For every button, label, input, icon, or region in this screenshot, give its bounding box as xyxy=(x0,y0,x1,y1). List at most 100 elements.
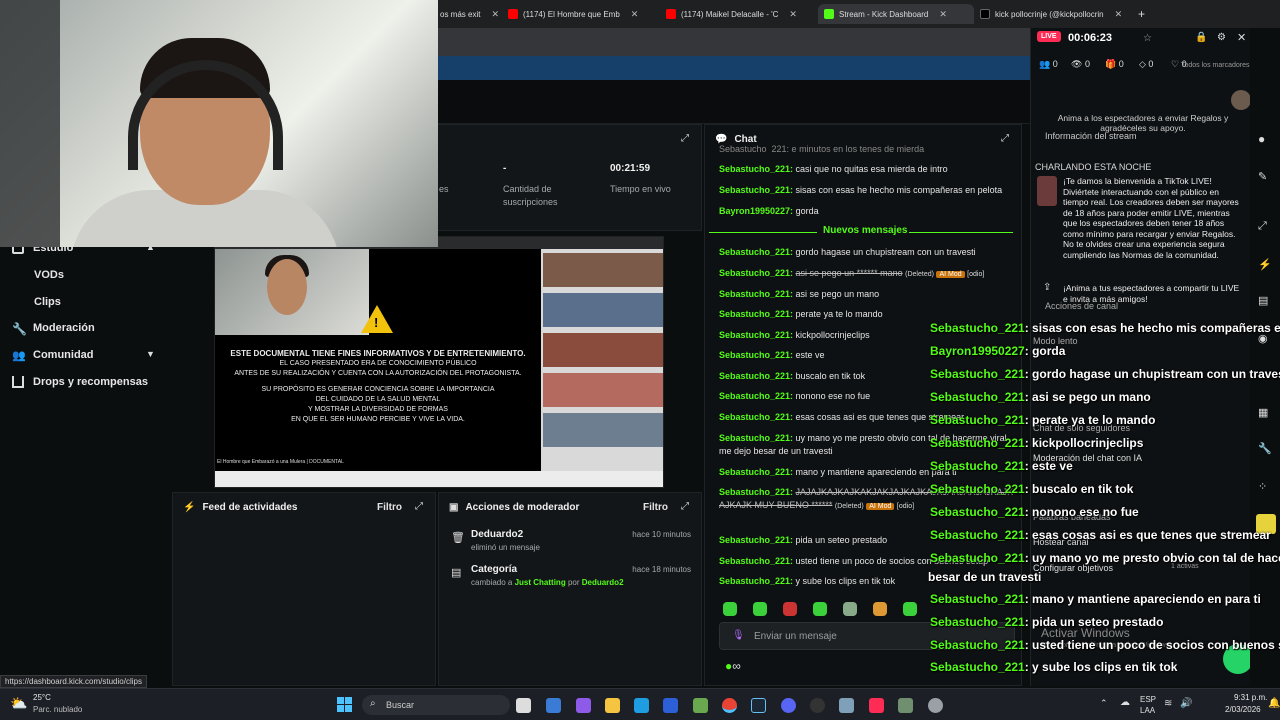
obs-icon[interactable] xyxy=(810,698,825,713)
emote-icon[interactable] xyxy=(813,602,827,616)
store-icon[interactable] xyxy=(663,698,678,713)
lock-icon[interactable]: 🔒 xyxy=(1195,32,1207,43)
category-icon: ▤ xyxy=(451,567,462,579)
dots-icon[interactable]: ⁘ xyxy=(1258,480,1267,493)
network-icon[interactable]: ☁ xyxy=(1120,697,1130,708)
tab-kick-dashboard[interactable]: Stream - Kick Dashboard ✕ xyxy=(818,4,974,24)
tab-3[interactable]: (1174) Maikel Delacalle - 'C ✕ xyxy=(666,4,816,24)
sidebar-item-drops[interactable]: Drops y recompensas xyxy=(12,376,148,388)
close-icon[interactable]: ✕ xyxy=(491,9,499,20)
pencil-icon[interactable]: ✎ xyxy=(1258,170,1267,183)
wrench-icon[interactable]: 🔧 xyxy=(1258,442,1272,455)
emote-icon[interactable] xyxy=(903,602,917,616)
tiktok-icon[interactable] xyxy=(869,698,884,713)
right-toolbar: ● ✎ ⤢ ⚡ ▤ ◉ ▦ 🔧 ⁘ xyxy=(1250,28,1280,686)
settings-icon[interactable] xyxy=(928,698,943,713)
tiktok-logo-thumb xyxy=(1037,176,1057,206)
infinity-icon[interactable]: ●∞ xyxy=(725,659,741,673)
file-explorer-icon[interactable] xyxy=(605,698,620,713)
close-icon[interactable]: ✕ xyxy=(631,9,639,20)
volume-icon[interactable]: 🔊 xyxy=(1180,698,1192,709)
emote-icon[interactable] xyxy=(723,602,737,616)
sidebar-item-vods[interactable]: VODs xyxy=(34,269,64,281)
overlay-chat-line: Sebastucho_221: sisas con esas he hecho … xyxy=(930,321,1280,335)
steam-icon[interactable] xyxy=(751,698,766,713)
ai-mod-badge: AI Mod xyxy=(866,503,895,510)
activity-filter-button[interactable]: Filtro xyxy=(377,502,402,513)
expand-icon[interactable]: ⤢ xyxy=(681,501,689,512)
preview-webcam xyxy=(215,249,369,335)
stream-preview[interactable]: ! ESTE DOCUMENTAL TIENE FINES INFORMATIV… xyxy=(214,236,664,488)
wrench-icon: 🔧 xyxy=(12,322,27,336)
notification-icon[interactable]: 🔔 xyxy=(1268,698,1280,709)
windows-start-icon[interactable] xyxy=(337,697,352,712)
expand-icon[interactable]: ⤢ xyxy=(1258,220,1267,233)
clipboard-icon[interactable]: ▤ xyxy=(1258,294,1268,307)
mod-actions-panel: ▣ Acciones de moderador Filtro ⤢ 🗑 Deduar… xyxy=(438,492,702,686)
document-icon[interactable]: ▦ xyxy=(1258,406,1268,419)
category-link[interactable]: Just Chatting xyxy=(515,578,566,587)
chrome-icon[interactable] xyxy=(722,698,737,713)
close-icon[interactable]: ✕ xyxy=(939,9,947,20)
close-icon[interactable]: ✕ xyxy=(1237,31,1246,44)
avatar xyxy=(1231,90,1251,110)
emote-icon[interactable] xyxy=(753,602,767,616)
tab-2[interactable]: (1174) El Hombre que Emb ✕ xyxy=(508,4,658,24)
app-icon[interactable] xyxy=(546,698,561,713)
chevron-down-icon[interactable]: ▼ xyxy=(146,349,155,359)
chat-message: Sebastucho_221: gordo hagase un chupistr… xyxy=(719,247,976,257)
minecraft-icon[interactable] xyxy=(693,698,708,713)
emote-icon[interactable] xyxy=(783,602,797,616)
clock-time[interactable]: 9:31 p.m. xyxy=(1234,693,1267,702)
overlay-chat-line: Sebastucho_221: nonono ese no fue xyxy=(930,505,1139,519)
wifi-icon[interactable]: ≋ xyxy=(1164,698,1172,709)
youtube-icon xyxy=(508,9,518,19)
overlay-chat-line: Sebastucho_221: gordo hagase un chupistr… xyxy=(930,367,1280,381)
chat-message: Sebastucho_221: casi que no quitas esa m… xyxy=(719,164,948,174)
expand-icon[interactable]: ⤢ xyxy=(415,501,423,512)
sidebar-item-comunidad[interactable]: 👥 Comunidad xyxy=(12,349,94,362)
new-messages-divider: Nuevos mensajes xyxy=(705,225,1021,239)
task-view-icon[interactable] xyxy=(516,698,531,713)
bolt-icon[interactable]: ⚡ xyxy=(1258,258,1272,271)
app-icon[interactable] xyxy=(839,698,854,713)
overlay-chat-line: Sebastucho_221: perate ya te lo mando xyxy=(930,413,1156,427)
gear-icon[interactable]: ⚙ xyxy=(1217,32,1226,43)
sidebar-item-clips[interactable]: Clips xyxy=(34,296,61,308)
chevron-up-icon[interactable]: ⌃ xyxy=(1100,698,1108,709)
mod-filter-button[interactable]: Filtro xyxy=(643,502,668,513)
tab-5[interactable]: kick pollocrinje (@kickpollocrin ✕ xyxy=(980,4,1126,24)
expand-icon[interactable]: ⤢ xyxy=(681,133,689,144)
chat-message: Bayron19950227: gorda xyxy=(719,206,819,216)
mod-actions-header: ▣ Acciones de moderador xyxy=(449,502,580,513)
share-icon: ⇪ xyxy=(1043,282,1052,293)
stream-info-link[interactable]: Información del stream xyxy=(1045,131,1137,141)
discord-icon[interactable] xyxy=(781,698,796,713)
mod-entry-action: cambiado a Just Chatting por Deduardo2 xyxy=(471,578,624,587)
overlay-chat-line: Sebastucho_221: uy mano yo me presto obv… xyxy=(930,551,1280,565)
chat-message: Sebastucho_221: perate ya te lo mando xyxy=(719,309,883,319)
emote-icon[interactable] xyxy=(843,602,857,616)
overlay-chat-line: Sebastucho_221: y sube los clips en tik … xyxy=(930,660,1178,674)
copilot-icon[interactable] xyxy=(576,698,591,713)
close-icon[interactable]: ✕ xyxy=(1115,9,1123,20)
live-time-value: 00:21:59 xyxy=(610,163,651,174)
close-icon[interactable]: ✕ xyxy=(789,9,797,20)
new-tab-button[interactable]: + xyxy=(1138,4,1152,24)
sidebar-item-moderacion[interactable]: 🔧 Moderación xyxy=(12,322,95,336)
tab-1[interactable]: os más exit ✕ xyxy=(440,4,500,24)
clock-date[interactable]: 2/03/2026 xyxy=(1225,705,1261,714)
info-icon[interactable]: ● xyxy=(1258,132,1265,146)
webcam-overlay xyxy=(0,0,438,247)
app-icon[interactable] xyxy=(898,698,913,713)
taskbar-search[interactable]: ⌕ Buscar xyxy=(362,695,510,715)
edge-icon[interactable] xyxy=(634,698,649,713)
microphone-icon[interactable]: 🎙 xyxy=(732,630,745,641)
user-link[interactable]: Deduardo2 xyxy=(582,578,624,587)
language-indicator[interactable]: ESP xyxy=(1140,695,1156,704)
all-markers-link[interactable]: Todos los marcadores xyxy=(1181,62,1249,69)
weather-desc: Parc. nublado xyxy=(33,705,83,714)
star-icon[interactable]: ☆ xyxy=(1143,33,1152,44)
emote-icon[interactable] xyxy=(873,602,887,616)
chat-message-deleted: Sebastucho_221: asi se pego un ****** ma… xyxy=(719,268,985,278)
